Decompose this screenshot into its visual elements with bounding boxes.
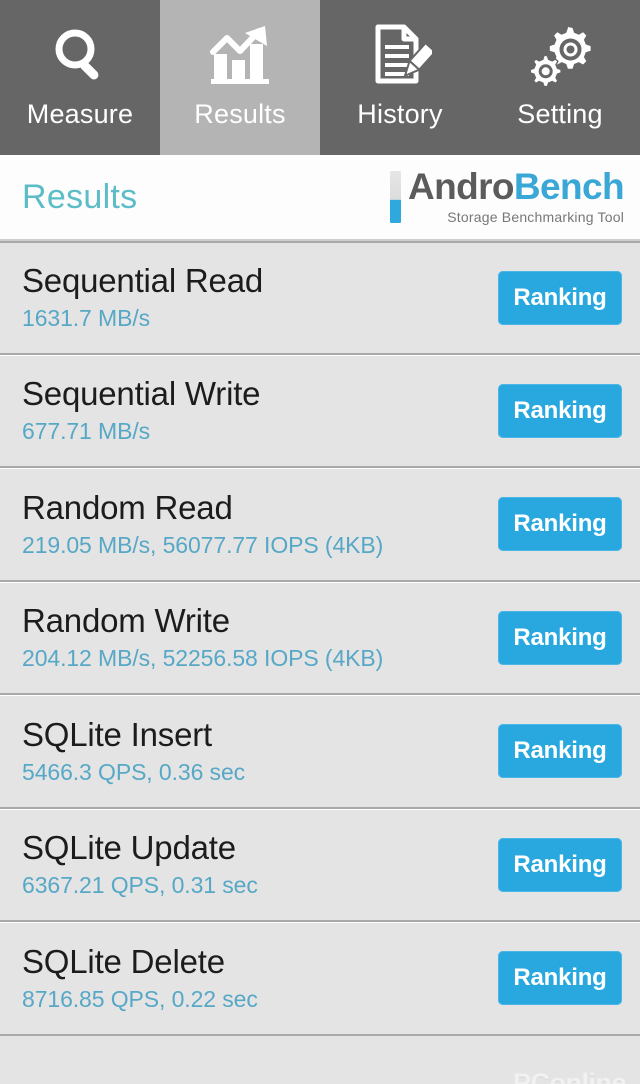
watermark: PConline bbox=[512, 1067, 627, 1084]
tab-measure[interactable]: Measure bbox=[0, 0, 160, 155]
ranking-button[interactable]: Ranking bbox=[498, 837, 622, 892]
result-title: SQLite Insert bbox=[22, 715, 212, 753]
result-value: 219.05 MB/s, 56077.77 IOPS (4KB) bbox=[22, 531, 384, 558]
logo-word-andro: Andro bbox=[407, 166, 515, 207]
page-title: Results bbox=[22, 177, 138, 216]
gears-icon bbox=[480, 14, 640, 96]
row-text-group: SQLite Insert 5466.3 QPS, 0.36 sec bbox=[22, 716, 498, 787]
row-text-group: Sequential Write 677.71 MB/s bbox=[22, 375, 498, 446]
row-text-group: SQLite Update 6367.21 QPS, 0.31 sec bbox=[22, 829, 498, 900]
logo-bar-icon bbox=[389, 171, 401, 223]
ranking-button[interactable]: Ranking bbox=[498, 610, 622, 665]
results-list: Sequential Read 1631.7 MB/s Ranking Sequ… bbox=[0, 241, 640, 1036]
result-title: SQLite Delete bbox=[22, 942, 225, 980]
result-value: 204.12 MB/s, 52256.58 IOPS (4KB) bbox=[22, 645, 384, 672]
logo-tagline: Storage Benchmarking Tool bbox=[447, 209, 624, 225]
result-title: SQLite Update bbox=[22, 829, 236, 867]
ranking-button[interactable]: Ranking bbox=[498, 270, 622, 325]
logo-word-bench: Bench bbox=[513, 166, 625, 207]
tab-history[interactable]: History bbox=[320, 0, 480, 155]
table-row[interactable]: Sequential Write 677.71 MB/s Ranking bbox=[0, 354, 640, 468]
result-value: 6367.21 QPS, 0.31 sec bbox=[22, 872, 258, 899]
result-value: 8716.85 QPS, 0.22 sec bbox=[22, 985, 258, 1012]
tab-results[interactable]: Results bbox=[160, 0, 320, 155]
result-value: 1631.7 MB/s bbox=[22, 305, 151, 332]
row-text-group: SQLite Delete 8716.85 QPS, 0.22 sec bbox=[22, 943, 498, 1014]
table-row[interactable]: Random Read 219.05 MB/s, 56077.77 IOPS (… bbox=[0, 468, 640, 582]
logo-wordmark: AndroBench bbox=[407, 166, 625, 207]
top-tab-bar: Measure Results History Setting bbox=[0, 0, 640, 155]
table-row[interactable]: SQLite Delete 8716.85 QPS, 0.22 sec Rank… bbox=[0, 922, 640, 1036]
androbench-logo: AndroBench Storage Benchmarking Tool bbox=[389, 166, 625, 226]
magnifier-icon bbox=[0, 14, 160, 96]
result-title: Sequential Write bbox=[22, 375, 261, 413]
tab-setting-label: Setting bbox=[517, 99, 603, 129]
tab-history-label: History bbox=[357, 99, 443, 129]
table-row[interactable]: Sequential Read 1631.7 MB/s Ranking bbox=[0, 241, 640, 355]
result-title: Random Write bbox=[22, 602, 230, 640]
row-text-group: Random Write 204.12 MB/s, 52256.58 IOPS … bbox=[22, 602, 498, 673]
result-value: 5466.3 QPS, 0.36 sec bbox=[22, 758, 246, 785]
table-row[interactable]: SQLite Insert 5466.3 QPS, 0.36 sec Ranki… bbox=[0, 695, 640, 809]
table-row[interactable]: SQLite Update 6367.21 QPS, 0.31 sec Rank… bbox=[0, 808, 640, 922]
ranking-button[interactable]: Ranking bbox=[498, 383, 622, 438]
ranking-button[interactable]: Ranking bbox=[498, 724, 622, 779]
table-row[interactable]: Random Write 204.12 MB/s, 52256.58 IOPS … bbox=[0, 581, 640, 695]
result-value: 677.71 MB/s bbox=[22, 418, 151, 445]
logo-text: AndroBench Storage Benchmarking Tool bbox=[407, 166, 625, 226]
result-title: Random Read bbox=[22, 488, 233, 526]
result-title: Sequential Read bbox=[22, 262, 264, 300]
page-header: Results AndroBench Storage Benchmarking … bbox=[0, 155, 640, 241]
tab-results-label: Results bbox=[194, 99, 286, 129]
tab-measure-label: Measure bbox=[26, 99, 134, 129]
document-pencil-icon bbox=[320, 14, 480, 96]
bar-chart-arrow-icon bbox=[160, 14, 320, 96]
ranking-button[interactable]: Ranking bbox=[498, 951, 622, 1006]
row-text-group: Random Read 219.05 MB/s, 56077.77 IOPS (… bbox=[22, 489, 498, 560]
ranking-button[interactable]: Ranking bbox=[498, 497, 622, 552]
footer-area: PConline bbox=[0, 1035, 640, 1084]
tab-setting[interactable]: Setting bbox=[480, 0, 640, 155]
row-text-group: Sequential Read 1631.7 MB/s bbox=[22, 262, 498, 333]
